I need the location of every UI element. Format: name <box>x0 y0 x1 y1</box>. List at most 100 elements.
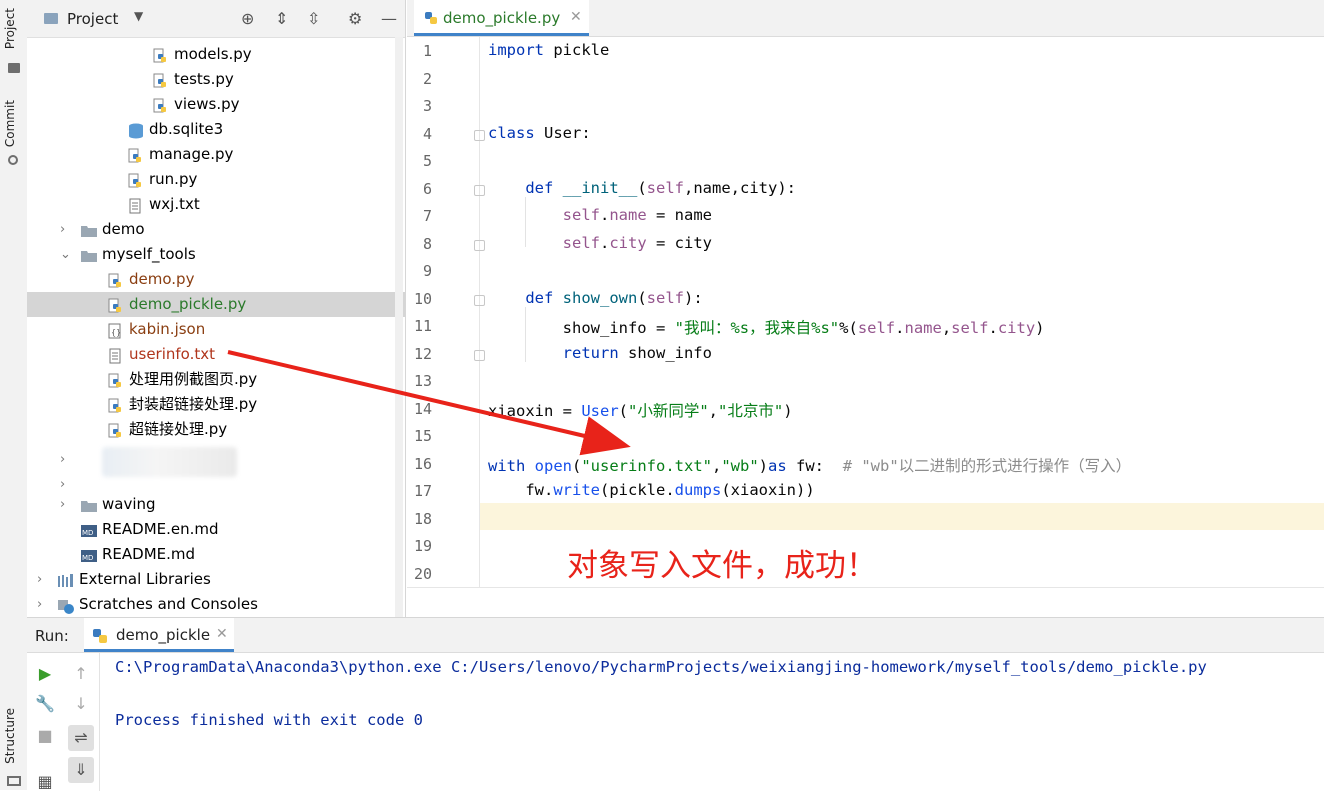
run-tab-label: demo_pickle <box>116 626 211 644</box>
close-icon[interactable]: ✕ <box>216 626 228 642</box>
python-icon <box>152 72 168 88</box>
project-tool-tab[interactable]: Project <box>3 8 17 49</box>
tree-item[interactable]: demo.py <box>27 267 405 292</box>
chevron-right-icon[interactable]: › <box>60 447 65 472</box>
locate-icon[interactable]: ⊕ <box>241 9 254 28</box>
tree-item[interactable]: models.py <box>27 42 405 67</box>
line-number: 19 <box>413 537 432 555</box>
folder-icon <box>44 13 58 24</box>
line-number: 4 <box>422 124 432 143</box>
run-panel: Run: demo_pickle ✕ ▶ ↑ 🔧 ↓ ■ ⇌ ⇓ ▦ C:\Pr… <box>27 617 1324 791</box>
tree-item-label: 封装超链接处理.py <box>129 395 258 413</box>
console-line: C:\ProgramData\Anaconda3\python.exe C:/U… <box>115 658 1207 676</box>
line-number: 3 <box>422 97 432 115</box>
tree-item[interactable]: db.sqlite3 <box>27 117 405 142</box>
editor-tab-demo-pickle[interactable]: demo_pickle.py ✕ <box>414 0 589 36</box>
line-number: 9 <box>422 262 432 280</box>
tree-item[interactable]: {} kabin.json <box>27 317 405 342</box>
project-panel-title[interactable]: Project <box>67 10 118 28</box>
tree-item[interactable]: manage.py <box>27 142 405 167</box>
tree-item-label: userinfo.txt <box>129 345 215 363</box>
python-icon <box>107 272 123 288</box>
line-number: 7 <box>422 207 432 225</box>
line-gutter: 1 2 3 4 5 6 7 8 9 10 11 12 13 14 15 16 17 18 19 20 <box>407 37 479 587</box>
editor: demo_pickle.py ✕ 1 2 3 4 5 6 7 8 9 10 11 12 13 14 15 16… <box>407 0 1324 618</box>
tree-item[interactable]: ⌄ myself_tools <box>27 242 405 267</box>
gear-icon[interactable]: ⚙ <box>348 9 362 28</box>
code-area[interactable]: import pickle class User: def __init__(s… <box>474 37 1324 587</box>
tree-item[interactable]: wxj.txt <box>27 192 405 217</box>
commit-tool-tab[interactable]: Commit <box>3 100 17 147</box>
stop-icon[interactable]: ■ <box>34 725 56 747</box>
fold-marker[interactable] <box>474 130 485 141</box>
chevron-right-icon[interactable]: › <box>37 567 42 592</box>
editor-bottom-area <box>407 587 1324 618</box>
play-icon[interactable]: ▶ <box>34 663 56 685</box>
line-number: 10 <box>413 289 432 308</box>
arrow-down-icon[interactable]: ↓ <box>70 693 92 715</box>
tree-item-label: External Libraries <box>79 570 211 588</box>
line-number: 20 <box>413 564 432 583</box>
fold-marker[interactable] <box>474 350 485 361</box>
tree-item-label: db.sqlite3 <box>149 120 224 138</box>
python-icon <box>107 297 123 313</box>
fold-marker[interactable] <box>474 295 485 306</box>
structure-tool-tab[interactable]: Structure <box>3 708 17 764</box>
python-icon <box>127 172 143 188</box>
tree-item-label: demo_pickle.py <box>129 295 247 313</box>
text-icon <box>127 197 143 214</box>
tree-item[interactable]: 处理用例截图页.py <box>27 367 405 392</box>
tree-item[interactable]: demo_pickle.py <box>27 292 405 317</box>
tree-item[interactable]: views.py <box>27 92 405 117</box>
chevron-right-icon[interactable]: › <box>37 592 42 617</box>
tree-item[interactable]: › Scratches and Consoles <box>27 592 405 617</box>
chevron-down-icon[interactable]: ⌄ <box>60 242 71 267</box>
svg-text:MD: MD <box>82 554 93 562</box>
tree-item[interactable]: MD README.md <box>27 542 405 567</box>
run-tab-demo-pickle[interactable]: demo_pickle ✕ <box>84 618 234 652</box>
scroll-to-end-icon[interactable]: ⇓ <box>68 757 94 783</box>
tree-item[interactable]: › External Libraries <box>27 567 405 592</box>
collapse-all-icon[interactable]: ⇳ <box>307 9 320 28</box>
wrench-icon[interactable]: 🔧 <box>34 693 56 715</box>
console-output[interactable]: C:\ProgramData\Anaconda3\python.exe C:/U… <box>115 658 1207 729</box>
tree-item[interactable]: 超链接处理.py <box>27 417 405 442</box>
tree-item[interactable]: 封装超链接处理.py <box>27 392 405 417</box>
tree-item-label: 处理用例截图页.py <box>129 370 258 388</box>
tree-item[interactable]: › waving <box>27 492 405 517</box>
code-line-14: xiaoxin = User("小新同学","北京市") <box>488 402 793 420</box>
tree-item-label: kabin.json <box>129 320 206 338</box>
tree-item-label: run.py <box>149 170 198 188</box>
tree-item-label: waving <box>102 495 156 513</box>
text-icon <box>107 347 123 364</box>
tree-item[interactable]: userinfo.txt <box>27 342 405 367</box>
tree-item-label: Scratches and Consoles <box>79 595 258 613</box>
arrow-up-icon[interactable]: ↑ <box>70 663 92 685</box>
tree-item[interactable]: › demo <box>27 217 405 242</box>
python-icon <box>107 422 123 438</box>
code-line-8: self.city = city <box>562 234 712 252</box>
python-icon <box>152 97 168 113</box>
tree-item[interactable]: tests.py <box>27 67 405 92</box>
fold-marker[interactable] <box>474 185 485 196</box>
line-number: 12 <box>413 344 432 363</box>
chevron-right-icon[interactable]: › <box>60 217 65 242</box>
expand-all-icon[interactable]: ⇕ <box>275 9 288 28</box>
minimize-icon[interactable]: — <box>381 9 397 28</box>
line-number: 13 <box>413 372 432 390</box>
commit-icon <box>8 155 18 165</box>
tree-item-label: 超链接处理.py <box>129 420 228 438</box>
chevron-down-icon[interactable]: ▼ <box>134 9 143 23</box>
code-line-1: import pickle <box>488 41 610 59</box>
tree-item-label: README.en.md <box>102 520 219 538</box>
tree-item[interactable]: run.py <box>27 167 405 192</box>
line-number: 6 <box>422 179 432 198</box>
fold-marker[interactable] <box>474 240 485 251</box>
tree-item[interactable]: MD README.en.md <box>27 517 405 542</box>
chevron-right-icon[interactable]: › <box>60 472 65 497</box>
line-number: 1 <box>422 42 432 60</box>
soft-wrap-icon[interactable]: ⇌ <box>68 725 94 751</box>
folder-icon <box>80 497 97 513</box>
markdown-icon: MD <box>80 522 97 538</box>
close-icon[interactable]: ✕ <box>570 9 582 25</box>
